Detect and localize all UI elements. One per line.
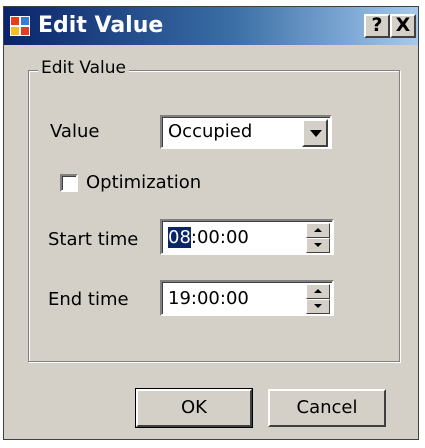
end-time-spin-up[interactable] bbox=[306, 284, 330, 299]
optimization-checkbox[interactable] bbox=[60, 174, 78, 192]
end-time-label: End time bbox=[48, 289, 129, 310]
end-time-field[interactable]: 19:00:00 bbox=[160, 280, 334, 316]
start-time-value: 08:00:00 bbox=[168, 226, 249, 250]
start-time-hour-selection: 08 bbox=[168, 227, 191, 248]
title-bar[interactable]: Edit Value ? X bbox=[4, 7, 418, 45]
start-time-field[interactable]: 08:00:00 bbox=[160, 219, 334, 255]
arrow-down-icon bbox=[314, 304, 322, 308]
start-time-label: Start time bbox=[48, 229, 139, 250]
end-time-value: 19:00:00 bbox=[168, 288, 249, 309]
value-dropdown-text: Occupied bbox=[168, 121, 253, 142]
groupbox-legend: Edit Value bbox=[38, 56, 130, 80]
end-time-spinner[interactable] bbox=[306, 284, 330, 314]
arrow-up-icon bbox=[314, 289, 322, 293]
end-time-spin-down[interactable] bbox=[306, 299, 330, 314]
start-time-rest: :00:00 bbox=[190, 227, 249, 248]
app-icon bbox=[10, 16, 30, 36]
start-time-spin-down[interactable] bbox=[306, 238, 330, 253]
ok-button[interactable]: OK bbox=[135, 388, 253, 428]
value-label: Value bbox=[50, 121, 100, 142]
window-title: Edit Value bbox=[38, 13, 164, 38]
edit-value-groupbox bbox=[28, 70, 400, 362]
arrow-up-icon bbox=[314, 228, 322, 232]
optimization-label[interactable]: Optimization bbox=[86, 171, 201, 195]
dropdown-button[interactable] bbox=[302, 119, 328, 147]
cancel-button[interactable]: Cancel bbox=[268, 389, 386, 427]
arrow-down-icon bbox=[314, 243, 322, 247]
close-button[interactable]: X bbox=[390, 14, 416, 38]
start-time-spin-up[interactable] bbox=[306, 223, 330, 238]
value-dropdown[interactable]: Occupied bbox=[160, 115, 332, 149]
help-button[interactable]: ? bbox=[364, 14, 390, 38]
chevron-down-icon bbox=[310, 130, 322, 137]
start-time-spinner[interactable] bbox=[306, 223, 330, 253]
